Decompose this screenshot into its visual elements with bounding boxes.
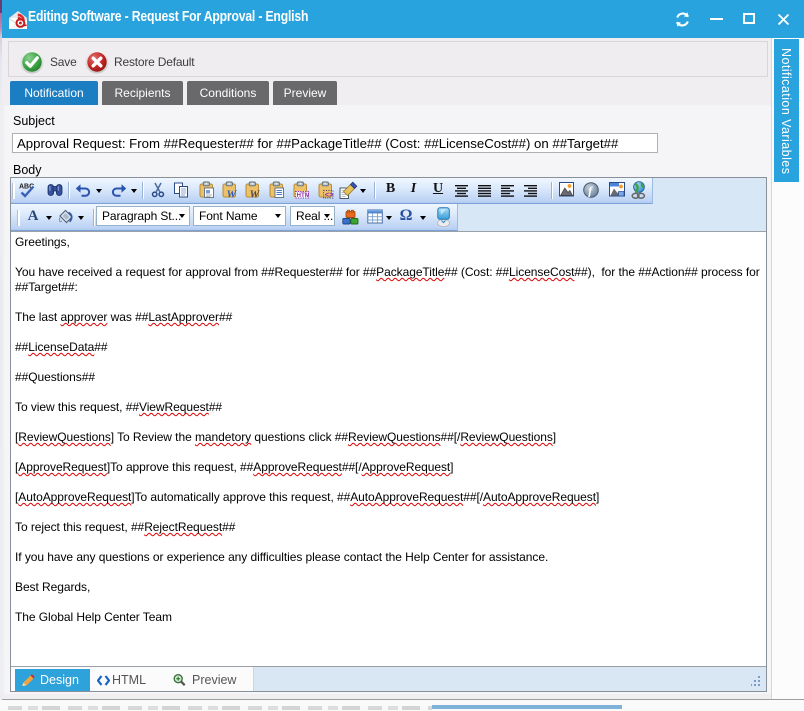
svg-text:<>: <> (325, 190, 334, 199)
svg-text:HTML: HTML (297, 192, 310, 199)
svg-text:W: W (250, 189, 261, 200)
svg-text:W: W (227, 189, 238, 200)
